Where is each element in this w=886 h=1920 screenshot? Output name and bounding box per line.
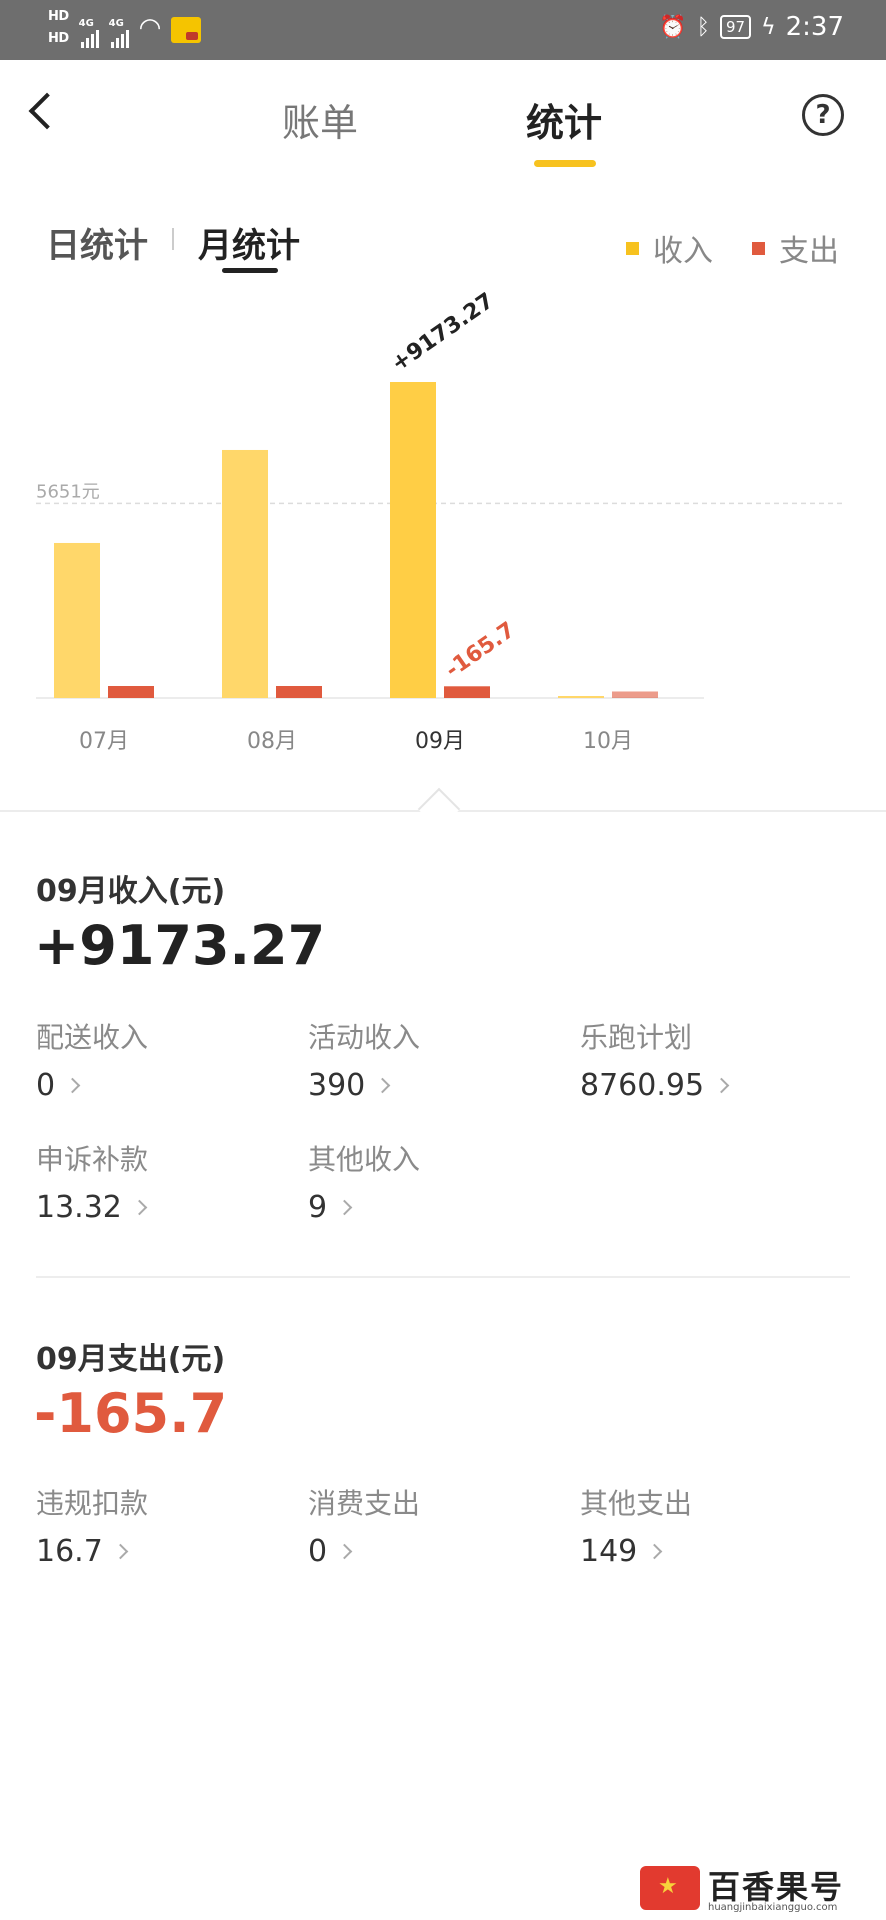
section-divider	[36, 1276, 850, 1278]
expense-title: 09月支出(元)	[36, 1342, 226, 1377]
hd-label-1: HD	[48, 9, 69, 24]
expense-total: -165.7	[34, 1382, 228, 1445]
expense-bar	[444, 686, 490, 698]
app-notification-icon	[171, 17, 202, 43]
expense-data-label: -165.7	[441, 618, 520, 684]
income-item-label: 配送收入	[36, 1021, 149, 1054]
income-item-run-plan[interactable]: 乐跑计划 8760.95	[580, 1016, 840, 1103]
expense-item-value: 149	[580, 1534, 638, 1569]
expense-bar	[612, 691, 658, 698]
tab-bill[interactable]: 账单	[282, 92, 358, 147]
expense-item-violation[interactable]: 违规扣款 16.7	[36, 1482, 296, 1569]
charging-icon: ϟ	[761, 14, 776, 40]
chevron-right-icon	[112, 1543, 129, 1560]
status-left: HD HD 4G 4G ◠	[48, 6, 202, 50]
reference-label: 5651元	[36, 481, 100, 502]
expense-item-label: 消费支出	[308, 1487, 421, 1520]
income-item-value: 8760.95	[580, 1068, 705, 1103]
income-item-value: 13.32	[36, 1190, 122, 1225]
chevron-right-icon	[646, 1543, 663, 1560]
income-bar	[54, 542, 100, 698]
back-icon[interactable]	[28, 92, 66, 130]
expense-item-other[interactable]: 其他支出 149	[580, 1482, 840, 1569]
chevron-right-icon	[336, 1199, 353, 1216]
watermark-logo-icon	[640, 1866, 700, 1910]
wifi-icon: ◠	[138, 13, 162, 43]
signal-1-icon: 4G	[79, 8, 99, 48]
legend-expense-swatch	[752, 241, 765, 255]
bluetooth-icon: ᛒ	[696, 14, 710, 40]
income-bar	[222, 449, 268, 698]
subtab-daily[interactable]: 日统计	[46, 218, 148, 267]
legend-expense-label: 支出	[779, 234, 839, 269]
hd-indicator: HD HD	[48, 6, 69, 50]
legend-income-swatch	[626, 241, 639, 255]
help-icon[interactable]: ?	[802, 94, 844, 136]
expense-bar	[276, 686, 322, 698]
month-tick-label: 10月	[583, 729, 633, 754]
expense-item-consumption[interactable]: 消费支出 0	[308, 1482, 568, 1569]
income-bar	[390, 382, 436, 698]
legend-income: 收入	[626, 226, 713, 270]
hd-label-2: HD	[48, 31, 69, 46]
status-right: ⏰ ᛒ 97 ϟ 2:37	[659, 12, 844, 42]
month-tick-label: 08月	[247, 729, 297, 754]
tab-stats[interactable]: 统计	[526, 92, 602, 147]
income-item-label: 申诉补款	[36, 1143, 149, 1176]
net-label-1: 4G	[78, 18, 94, 29]
alarm-icon: ⏰	[659, 14, 687, 40]
monthly-chart: 5651元 07月 08月 09月 +9173.27 -165.7 10月	[0, 288, 886, 790]
income-item-appeal[interactable]: 申诉补款 13.32	[36, 1138, 296, 1225]
income-bar	[558, 696, 604, 698]
chevron-right-icon	[374, 1077, 391, 1094]
expense-item-label: 其他支出	[580, 1487, 693, 1520]
status-bar: HD HD 4G 4G ◠ ⏰ ᛒ 97 ϟ 2:37	[0, 0, 886, 60]
watermark-url: huangjinbaixiangguo.com	[708, 1902, 838, 1913]
signal-2-icon: 4G	[109, 8, 129, 48]
expense-item-value: 0	[308, 1534, 328, 1569]
expense-bar	[108, 686, 154, 698]
subtab-separator	[172, 228, 174, 250]
income-item-delivery[interactable]: 配送收入 0	[36, 1016, 296, 1103]
income-item-value: 390	[308, 1068, 366, 1103]
income-item-label: 乐跑计划	[580, 1021, 693, 1054]
income-item-other[interactable]: 其他收入 9	[308, 1138, 568, 1225]
income-item-label: 活动收入	[308, 1021, 421, 1054]
legend-income-label: 收入	[653, 234, 713, 269]
chevron-right-icon	[131, 1199, 148, 1216]
subtab-monthly[interactable]: 月统计	[198, 218, 300, 267]
income-item-value: 9	[308, 1190, 328, 1225]
income-title: 09月收入(元)	[36, 874, 226, 909]
chevron-right-icon	[336, 1543, 353, 1560]
month-tick-label: 07月	[79, 729, 129, 754]
net-label-2: 4G	[108, 18, 124, 29]
month-tick-label: 09月	[415, 729, 465, 754]
chevron-right-icon	[64, 1077, 81, 1094]
subtab-indicator	[222, 268, 278, 273]
income-data-label: +9173.27	[387, 290, 499, 377]
top-nav: 账单 统计 ?	[0, 60, 886, 170]
expense-item-label: 违规扣款	[36, 1487, 149, 1520]
watermark: 百香果号 huangjinbaixiangguo.com	[640, 1862, 880, 1916]
income-item-value: 0	[36, 1068, 56, 1103]
chevron-right-icon	[713, 1077, 730, 1094]
legend-expense: 支出	[752, 226, 839, 270]
income-item-activity[interactable]: 活动收入 390	[308, 1016, 568, 1103]
expense-item-value: 16.7	[36, 1534, 103, 1569]
income-item-label: 其他收入	[308, 1143, 421, 1176]
battery-icon: 97	[720, 15, 752, 39]
clock: 2:37	[785, 12, 844, 42]
chart-svg: 5651元 07月 08月 09月 +9173.27 -165.7 10月	[36, 288, 846, 754]
active-tab-indicator	[534, 160, 596, 167]
income-total: +9173.27	[34, 914, 326, 977]
selected-month-pointer	[417, 787, 461, 831]
